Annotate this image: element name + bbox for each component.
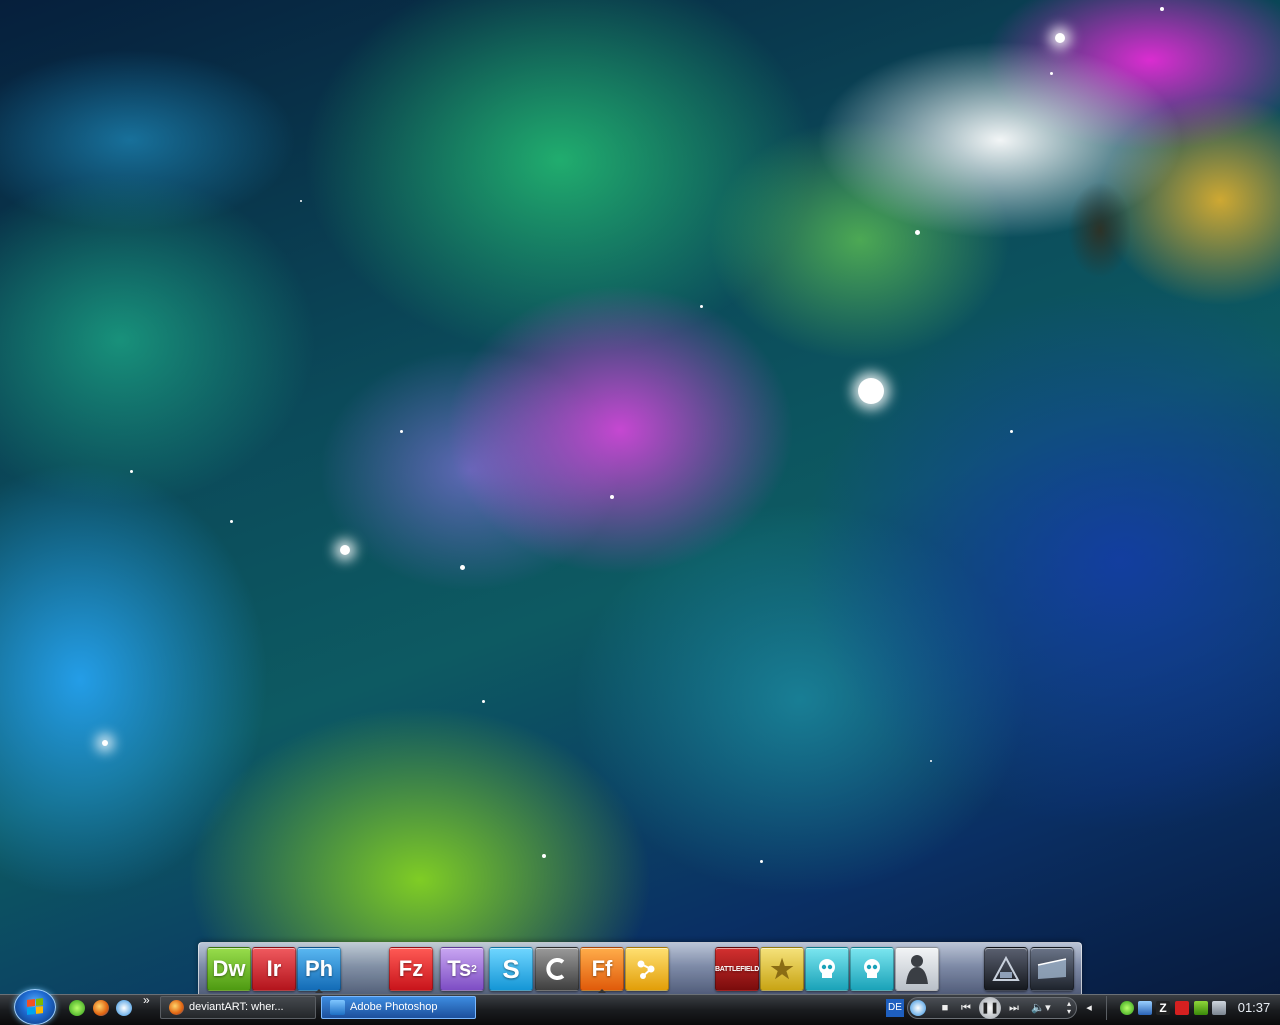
task-title: Adobe Photoshop <box>350 1001 438 1013</box>
star <box>1160 7 1164 11</box>
recycle-bin-icon[interactable] <box>1030 947 1074 991</box>
clover-icon[interactable] <box>69 1000 85 1016</box>
imageready-icon[interactable]: Ir <box>252 947 296 991</box>
ccleaner-icon[interactable] <box>535 947 579 991</box>
skype-icon[interactable]: S <box>489 947 533 991</box>
filezilla-icon[interactable]: Fz <box>389 947 433 991</box>
firefox-quicklaunch-icon[interactable] <box>93 1000 109 1016</box>
star-game-icon[interactable]: ★ <box>760 947 804 991</box>
language-indicator[interactable]: DE <box>886 999 904 1017</box>
photoshop-icon <box>330 1000 345 1015</box>
task-button-deviantart[interactable]: deviantART: wher... <box>160 996 316 1019</box>
horsehead-silhouette <box>1030 180 1130 300</box>
media-restore-icon[interactable]: ▴ ▾ <box>1064 1000 1074 1016</box>
star <box>1010 430 1013 433</box>
character-game-icon[interactable] <box>895 947 939 991</box>
star <box>340 545 350 555</box>
media-player-quicklaunch-icon[interactable] <box>116 1000 132 1016</box>
running-indicator <box>315 989 323 993</box>
next-track-icon[interactable]: ⏭ <box>1004 1000 1024 1016</box>
pause-icon[interactable]: ❚❚ <box>979 997 1001 1019</box>
star <box>400 430 403 433</box>
windows-logo-icon <box>27 998 43 1015</box>
star <box>1050 72 1053 75</box>
running-indicator <box>598 989 606 993</box>
star <box>102 740 108 746</box>
star <box>1055 33 1065 43</box>
zonealarm-tray-icon[interactable]: Z <box>1156 1001 1170 1015</box>
star <box>482 700 485 703</box>
quicklaunch-overflow-chevron[interactable]: » <box>143 993 150 1007</box>
firefox-icon <box>169 1000 184 1015</box>
star <box>230 520 233 523</box>
task-button-photoshop[interactable]: Adobe Photoshop <box>321 996 476 1019</box>
network-tray-icon[interactable] <box>1138 1001 1152 1015</box>
stop-icon[interactable]: ■ <box>937 1000 953 1016</box>
previous-track-icon[interactable]: ⏮ <box>956 1000 976 1016</box>
computer-icon[interactable] <box>984 947 1028 991</box>
firefox-icon[interactable]: Ff <box>580 947 624 993</box>
clock[interactable]: 01:37 <box>1232 997 1276 1019</box>
star <box>130 470 133 473</box>
teamspeak-icon[interactable]: Ts 2 <box>440 947 484 991</box>
skull-game-1-icon[interactable] <box>805 947 849 991</box>
nvidia-tray-icon[interactable] <box>1194 1001 1208 1015</box>
molecule-app-icon[interactable] <box>625 947 669 991</box>
star <box>760 860 763 863</box>
star <box>300 200 302 202</box>
star <box>858 378 884 404</box>
signal-tray-icon[interactable] <box>1212 1001 1226 1015</box>
dreamweaver-icon[interactable]: Dw <box>207 947 251 991</box>
volume-icon[interactable]: 🔈▾ <box>1028 1000 1054 1016</box>
star <box>610 495 614 499</box>
start-button[interactable] <box>14 989 56 1025</box>
battlefield-2-icon[interactable]: BATTLEFIELD <box>715 947 759 991</box>
star <box>915 230 920 235</box>
star <box>542 854 546 858</box>
media-player-icon[interactable] <box>910 1000 926 1016</box>
photoshop-icon[interactable]: Ph <box>297 947 341 993</box>
star <box>460 565 465 570</box>
star <box>930 760 932 762</box>
star <box>700 305 703 308</box>
task-title: deviantART: wher... <box>189 1001 284 1013</box>
skull-game-2-icon[interactable] <box>850 947 894 991</box>
tray-expand-chevron[interactable]: ◂ <box>1082 1000 1096 1016</box>
tray-divider <box>1106 996 1107 1020</box>
security-tray-icon[interactable] <box>1175 1001 1189 1015</box>
clover-tray-icon[interactable] <box>1120 1001 1134 1015</box>
desktop-wallpaper <box>0 0 1280 1024</box>
